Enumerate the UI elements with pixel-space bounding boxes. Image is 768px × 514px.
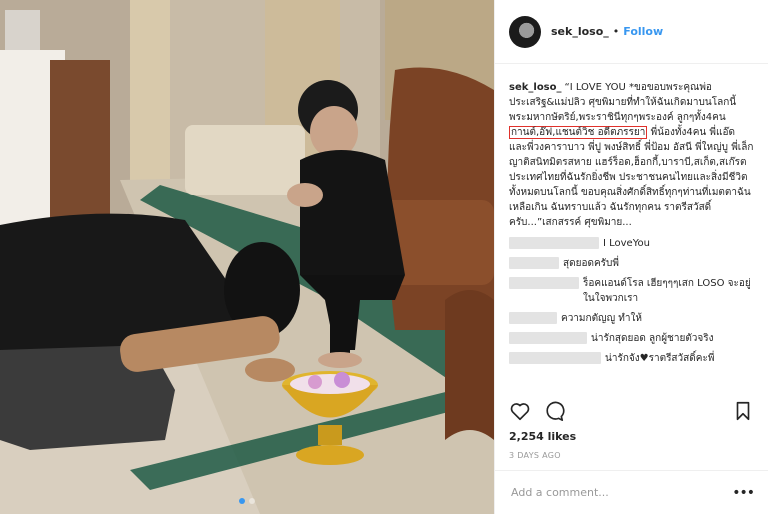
instagram-post: sek_loso_ • Follow sek_loso_ “I LOVE YOU … bbox=[0, 0, 768, 514]
comment-item: น่ารักสุดยอด ลูกผู้ชายตัวจริง bbox=[509, 331, 756, 346]
carousel-dot-1[interactable] bbox=[239, 498, 245, 504]
comment-text: ร็อคแอนด์โรล เฮียๆๆๆเสก LOSO จะอยู่ในใจพ… bbox=[583, 278, 751, 304]
add-comment-bar: ••• bbox=[495, 470, 768, 514]
follow-button[interactable]: Follow bbox=[623, 25, 663, 38]
blurred-username bbox=[509, 352, 601, 364]
comment-item: สุดยอดครับพี่ bbox=[509, 256, 756, 271]
post-header: sek_loso_ • Follow bbox=[495, 0, 768, 64]
comments-list: sek_loso_ “I LOVE YOU *ขอขอบพระคุณพ่อประเ… bbox=[509, 80, 756, 371]
comment-text: น่ารักจัง♥ราตรีสวัสดิ์คะพี่ bbox=[605, 353, 715, 364]
heart-icon[interactable] bbox=[509, 400, 531, 422]
caption: sek_loso_ “I LOVE YOU *ขอขอบพระคุณพ่อประเ… bbox=[509, 80, 756, 230]
post-photo[interactable] bbox=[0, 0, 494, 514]
blurred-username bbox=[509, 312, 557, 324]
photo-illustration bbox=[0, 0, 494, 514]
bookmark-icon[interactable] bbox=[732, 400, 754, 422]
blurred-username bbox=[509, 277, 579, 289]
caption-highlighted-text: กานต์,อ๊ฟ,แชนต์วิช อดีตภรรยา bbox=[509, 126, 648, 139]
comment-item: น่ารักจัง♥ราตรีสวัสดิ์คะพี่ bbox=[509, 351, 756, 366]
caption-text-after: พี่น้องทั้ง4คน พี่แอ๊ด และพี่วงคาราบาว พ… bbox=[509, 127, 754, 228]
header-separator: • bbox=[612, 25, 620, 38]
carousel-indicator bbox=[0, 498, 494, 504]
post-side-panel: sek_loso_ • Follow sek_loso_ “I LOVE YOU … bbox=[494, 0, 768, 514]
more-options-icon[interactable]: ••• bbox=[732, 485, 755, 501]
action-bar bbox=[509, 398, 754, 424]
comment-text: สุดยอดครับพี่ bbox=[563, 258, 619, 269]
blurred-username bbox=[509, 237, 599, 249]
avatar[interactable] bbox=[509, 15, 541, 48]
post-timestamp: 3 DAYS AGO bbox=[509, 451, 561, 460]
comment-item: ร็อคแอนด์โรล เฮียๆๆๆเสก LOSO จะอยู่ในใจพ… bbox=[509, 276, 756, 306]
header-username[interactable]: sek_loso_ bbox=[551, 25, 609, 38]
comment-text: ความกตัญญู ทำให้ bbox=[561, 313, 642, 324]
blurred-username bbox=[509, 257, 559, 269]
comment-text: I LoveYou bbox=[603, 238, 650, 249]
comment-item: I LoveYou bbox=[509, 236, 756, 251]
blurred-username bbox=[509, 332, 587, 344]
carousel-dot-2[interactable] bbox=[249, 498, 255, 504]
comment-icon[interactable] bbox=[543, 400, 565, 422]
likes-count[interactable]: 2,254 likes bbox=[509, 430, 576, 443]
comment-item: ความกตัญญู ทำให้ bbox=[509, 311, 756, 326]
comment-text: น่ารักสุดยอด ลูกผู้ชายตัวจริง bbox=[591, 333, 714, 344]
caption-username[interactable]: sek_loso_ bbox=[509, 82, 562, 93]
add-comment-input[interactable] bbox=[509, 485, 733, 500]
